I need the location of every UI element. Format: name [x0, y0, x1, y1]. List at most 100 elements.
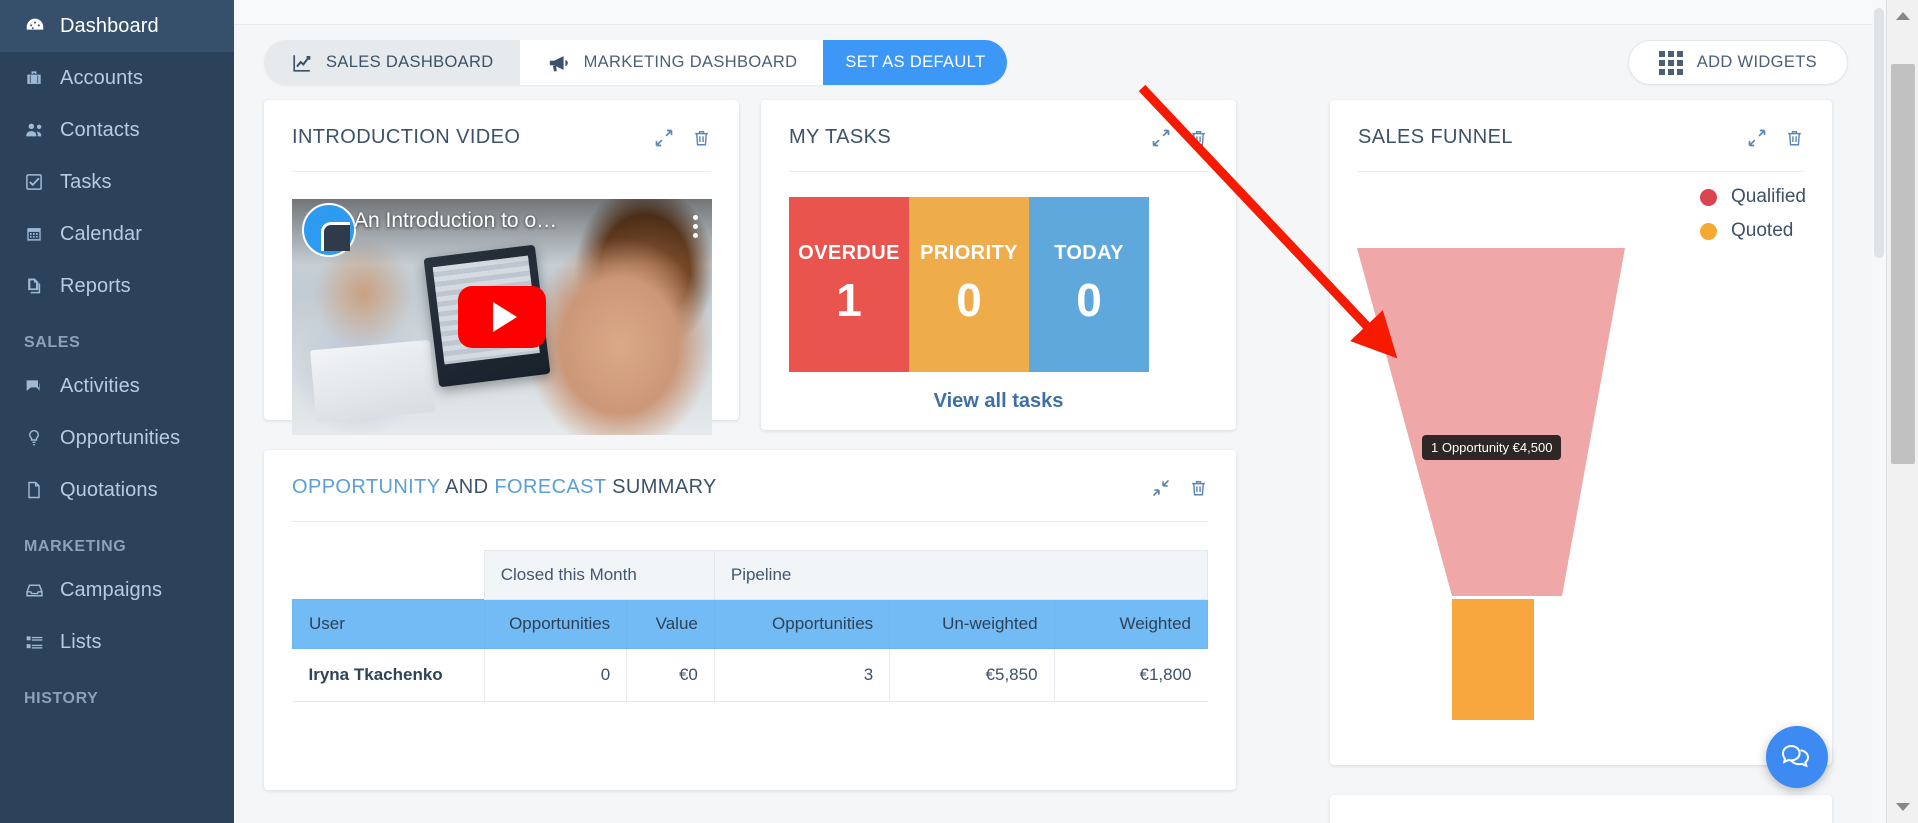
divider: [1358, 171, 1804, 172]
cell-unweighted: €5,850: [889, 648, 1055, 702]
tile-label: TODAY: [1054, 242, 1124, 264]
sidebar-item-label: Lists: [60, 630, 102, 653]
scroll-down-arrow-icon[interactable]: [1887, 791, 1918, 823]
video-player[interactable]: An Introduction to o…: [292, 199, 712, 435]
my-tasks-widget: MY TASKS OVERDUE 1 PRIORITY 0 TODAY 0 Vi…: [761, 100, 1236, 430]
sidebar-item-label: Activities: [60, 374, 140, 397]
table-row[interactable]: Iryna Tkachenko 0 €0 3 €5,850 €1,800: [292, 648, 1208, 702]
column-header-pipeline-opportunities[interactable]: Opportunities: [713, 599, 891, 649]
sidebar-item-label: Opportunities: [60, 426, 181, 449]
sidebar-item-contacts[interactable]: Contacts: [0, 104, 234, 156]
sidebar-item-quotations[interactable]: Quotations: [0, 464, 234, 516]
column-header-closed-value[interactable]: Value: [626, 599, 715, 649]
widget-title: INTRODUCTION VIDEO: [292, 126, 521, 148]
tile-value: 0: [956, 274, 982, 326]
table-group-header-row: Closed this Month Pipeline: [293, 550, 1209, 600]
grid-icon: [1658, 50, 1683, 75]
task-tile-priority[interactable]: PRIORITY 0: [909, 197, 1029, 372]
tab-label: SALES DASHBOARD: [326, 53, 494, 71]
sidebar-item-label: Campaigns: [60, 578, 163, 601]
tab-marketing-dashboard[interactable]: MARKETING DASHBOARD: [519, 40, 824, 85]
main-content: SALES DASHBOARD MARKETING DASHBOARD SET …: [234, 0, 1886, 823]
column-header-user[interactable]: User: [292, 599, 485, 649]
trash-icon[interactable]: [1785, 128, 1804, 148]
task-tile-overdue[interactable]: OVERDUE 1: [789, 197, 909, 372]
cell-user: Iryna Tkachenko: [292, 648, 485, 702]
expand-icon[interactable]: [1151, 128, 1171, 148]
kebab-menu-icon[interactable]: [693, 215, 698, 238]
trash-icon[interactable]: [1189, 478, 1208, 498]
legend-item-qualified[interactable]: Qualified: [1700, 180, 1806, 214]
trash-icon[interactable]: [1189, 128, 1208, 148]
sidebar-group-marketing: MARKETING: [24, 538, 127, 555]
sidebar-item-label: Reports: [60, 274, 131, 297]
dashboard-icon: [24, 15, 60, 37]
legend-label: Quoted: [1731, 220, 1794, 241]
legend-item-quoted[interactable]: Quoted: [1700, 214, 1806, 248]
funnel-stage-qualified: [1357, 248, 1625, 596]
dashboard-scrollbar-thumb[interactable]: [1874, 8, 1884, 258]
column-header-closed-opportunities[interactable]: Opportunities: [483, 599, 628, 649]
widget-header: MY TASKS: [761, 100, 1236, 149]
trash-icon[interactable]: [692, 128, 711, 148]
dashboard-scrollbar-track[interactable]: [1872, 0, 1886, 823]
widget-tools: [1151, 126, 1208, 148]
sidebar-item-dashboard[interactable]: Dashboard: [0, 0, 234, 52]
intro-video-widget: INTRODUCTION VIDEO An Introduction to o…: [264, 100, 739, 435]
sidebar-item-label: Tasks: [60, 170, 112, 193]
funnel-chart: 1 Opportunity €4,500: [1352, 200, 1652, 734]
tile-label: PRIORITY: [920, 242, 1018, 264]
sidebar-item-reports[interactable]: Reports: [0, 260, 234, 312]
widget-tools: [1151, 476, 1208, 498]
expand-icon[interactable]: [1747, 128, 1767, 148]
scroll-up-arrow-icon[interactable]: [1887, 0, 1918, 32]
sidebar-item-calendar[interactable]: Calendar: [0, 208, 234, 260]
inbox-icon: [24, 580, 60, 601]
funnel-tooltip: 1 Opportunity €4,500: [1422, 435, 1562, 460]
video-title: An Introduction to o…: [354, 209, 558, 232]
forecast-table: Closed this Month Pipeline User Opportun…: [292, 550, 1209, 702]
column-header-weighted[interactable]: Weighted: [1053, 599, 1209, 649]
task-tiles: OVERDUE 1 PRIORITY 0 TODAY 0: [789, 197, 1149, 372]
window-scrollbar-thumb[interactable]: [1891, 64, 1915, 464]
sidebar-group-sales: SALES: [24, 334, 81, 351]
sidebar-group-history: HISTORY: [24, 690, 99, 707]
line-chart-icon: [290, 52, 314, 74]
view-all-tasks-link[interactable]: View all tasks: [761, 390, 1236, 413]
widget-header: INTRODUCTION VIDEO: [264, 100, 739, 149]
cell-pipeline-opportunities: 3: [713, 648, 891, 702]
widget-title: MY TASKS: [789, 126, 892, 148]
sidebar-item-activities[interactable]: Activities: [0, 360, 234, 412]
legend-color-swatch: [1700, 188, 1717, 206]
sidebar-item-lists[interactable]: Lists: [0, 616, 234, 668]
documents-icon: [24, 276, 60, 296]
group-header-blank: [293, 551, 485, 600]
legend-label: Qualified: [1731, 186, 1806, 207]
divider: [292, 521, 1208, 522]
add-widgets-label: ADD WIDGETS: [1696, 53, 1817, 71]
sidebar-item-campaigns[interactable]: Campaigns: [0, 564, 234, 616]
widget-header: OPPORTUNITY AND FORECAST SUMMARY: [264, 450, 1236, 499]
briefcase-icon: [24, 68, 60, 88]
set-as-default-button[interactable]: SET AS DEFAULT: [823, 40, 1008, 85]
tab-sales-dashboard[interactable]: SALES DASHBOARD: [264, 40, 520, 85]
sidebar-item-accounts[interactable]: Accounts: [0, 52, 234, 104]
top-bar: [234, 0, 1886, 25]
add-widgets-button[interactable]: ADD WIDGETS: [1627, 40, 1848, 85]
widget-tools: [654, 126, 711, 148]
title-word-and: AND: [445, 476, 489, 498]
youtube-play-icon[interactable]: [458, 286, 546, 348]
forecast-table-wrapper: Closed this Month Pipeline User Opportun…: [292, 550, 1209, 702]
sidebar-item-tasks[interactable]: Tasks: [0, 156, 234, 208]
legend-color-swatch: [1700, 222, 1717, 240]
task-tile-today[interactable]: TODAY 0: [1029, 197, 1149, 372]
window-scrollbar-track[interactable]: [1886, 0, 1918, 823]
chat-bubbles-icon[interactable]: [1766, 726, 1828, 788]
dashboard-tabs: SALES DASHBOARD MARKETING DASHBOARD SET …: [264, 40, 1008, 85]
sidebar-item-opportunities[interactable]: Opportunities: [0, 412, 234, 464]
column-header-unweighted[interactable]: Un-weighted: [889, 599, 1055, 649]
collapse-icon[interactable]: [1151, 478, 1171, 498]
expand-icon[interactable]: [654, 128, 674, 148]
group-header-closed-this-month: Closed this Month: [483, 550, 715, 600]
users-icon: [24, 119, 60, 141]
